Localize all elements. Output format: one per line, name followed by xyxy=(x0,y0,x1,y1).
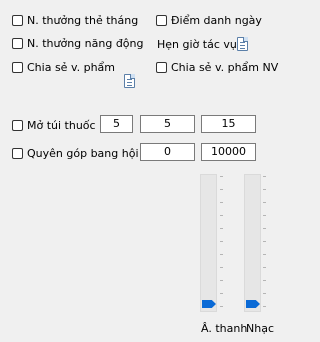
open-bag-label: Mở túi thuốc xyxy=(27,119,96,132)
daily-checkin-checkbox[interactable]: Điểm danh ngày xyxy=(156,14,262,27)
daily-checkin-label: Điểm danh ngày xyxy=(171,14,262,27)
checkbox-icon[interactable] xyxy=(12,38,23,49)
monthly-card-label: N. thưởng thẻ tháng xyxy=(27,14,139,27)
checkbox-icon[interactable] xyxy=(12,62,23,73)
activity-reward-label: N. thưởng năng động xyxy=(27,37,144,50)
bag-value-2-input[interactable]: 5 xyxy=(140,115,195,133)
donate-value-2-input[interactable]: 10000 xyxy=(201,143,256,161)
task-schedule-label: Hẹn giờ tác vụ xyxy=(157,38,237,51)
share-item-nv-checkbox[interactable]: Chia sẻ v. phẩm NV xyxy=(156,61,278,74)
donate-guild-label: Quyên góp bang hội xyxy=(27,147,139,160)
bag-value-3-input[interactable]: 15 xyxy=(201,115,256,133)
checkbox-icon[interactable] xyxy=(12,148,23,159)
document-icon[interactable] xyxy=(124,74,135,88)
checkbox-icon[interactable] xyxy=(156,15,167,26)
donate-guild-checkbox[interactable]: Quyên góp bang hội xyxy=(12,147,139,160)
open-bag-checkbox[interactable]: Mở túi thuốc xyxy=(12,119,96,132)
bag-value-1-input[interactable]: 5 xyxy=(100,115,133,133)
music-label: Nhạc xyxy=(246,322,274,335)
donate-value-1-input[interactable]: 0 xyxy=(140,143,195,161)
share-item-label: Chia sẻ v. phẩm xyxy=(27,61,115,74)
checkbox-icon[interactable] xyxy=(12,120,23,131)
sound-label: Â. thanh xyxy=(201,322,248,335)
sound-slider-track[interactable] xyxy=(200,174,217,312)
sound-slider-ticks xyxy=(220,176,224,308)
checkbox-icon[interactable] xyxy=(156,62,167,73)
music-slider-track[interactable] xyxy=(244,174,261,312)
share-item-nv-label: Chia sẻ v. phẩm NV xyxy=(171,61,279,74)
share-item-checkbox[interactable]: Chia sẻ v. phẩm xyxy=(12,61,115,74)
checkbox-icon[interactable] xyxy=(12,15,23,26)
activity-reward-checkbox[interactable]: N. thưởng năng động xyxy=(12,37,144,50)
music-slider-ticks xyxy=(263,176,267,308)
document-icon[interactable] xyxy=(237,37,248,51)
monthly-card-checkbox[interactable]: N. thưởng thẻ tháng xyxy=(12,14,138,27)
